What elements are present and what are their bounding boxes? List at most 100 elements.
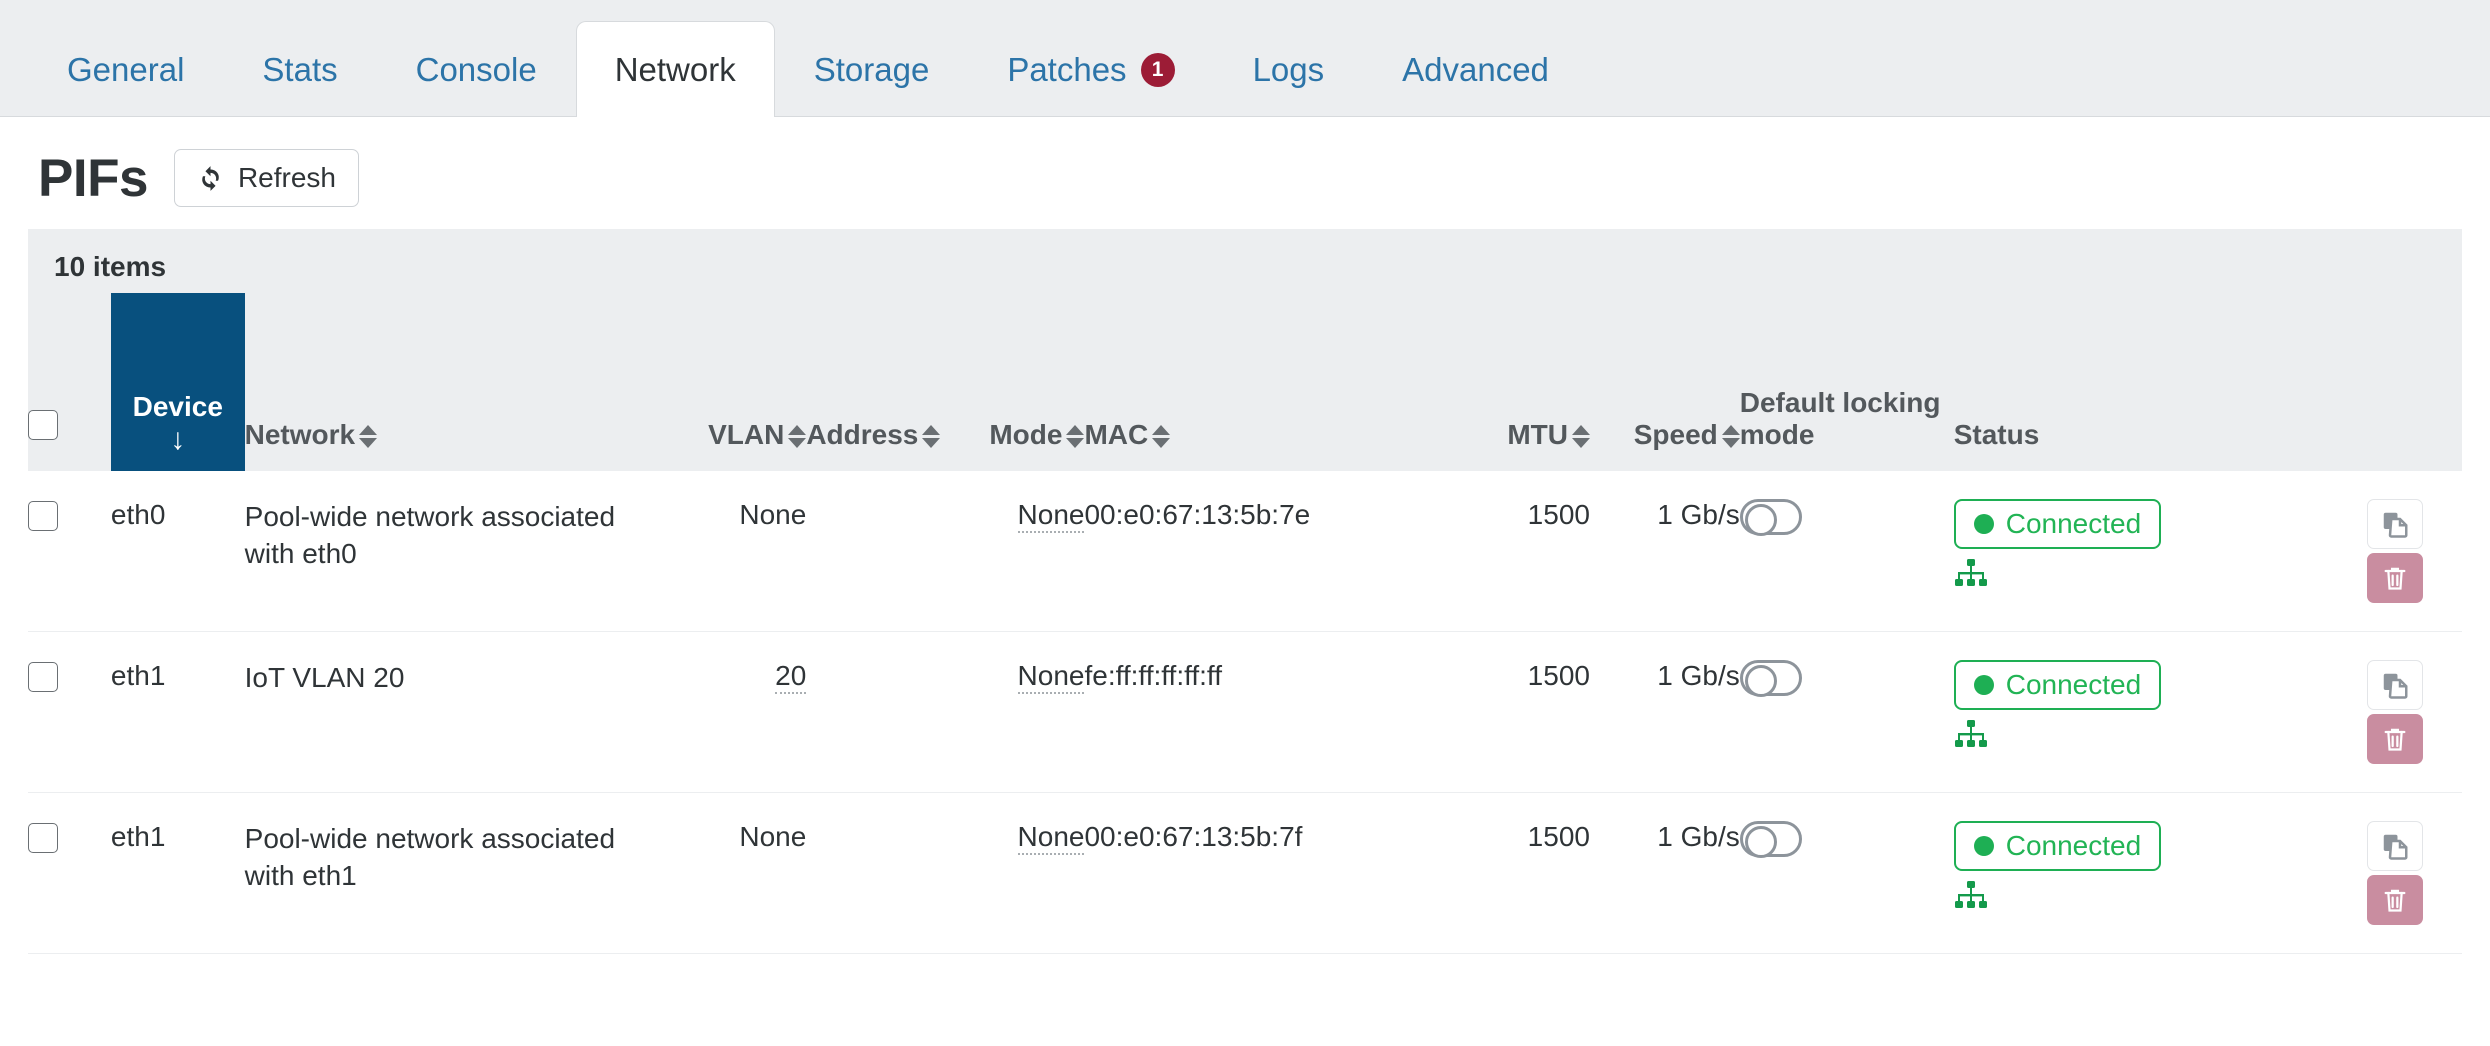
tab-console[interactable]: Console [377, 21, 576, 117]
page-title: PIFs [38, 148, 148, 208]
column-header-mtu[interactable]: MTU [1446, 293, 1590, 471]
cell-address [806, 792, 957, 954]
column-header-locking: Default locking mode [1740, 293, 1954, 471]
cell-mac: 00:e0:67:13:5b:7e [1084, 471, 1446, 632]
cell-mode: None [956, 631, 1085, 793]
column-header-mode[interactable]: Mode [956, 293, 1085, 471]
status-dot-icon [1973, 836, 1994, 856]
column-header-label: Default locking mode [1739, 387, 1941, 450]
status-label: Connected [2005, 508, 2142, 539]
sort-caret-icon[interactable] [1152, 421, 1171, 451]
cell-device: eth1 [110, 792, 245, 954]
table-head: Device ↓ Network VLAN Address Mode MAC MTU Speed… [28, 293, 2462, 471]
table-header-row: Device ↓ Network VLAN Address Mode MAC MTU Speed… [28, 293, 2462, 471]
network-sitemap-icon[interactable] [1954, 881, 1988, 909]
sort-descending-arrow-icon: ↓ [170, 423, 186, 456]
copy-button[interactable] [2367, 821, 2424, 871]
column-header-label: Address [806, 419, 919, 450]
table-row[interactable]: eth0 Pool-wide network associated with et… [28, 471, 2462, 632]
select-all-header [28, 293, 111, 471]
cell-actions [2328, 792, 2462, 954]
sort-caret-icon[interactable] [1721, 421, 1740, 451]
row-select-cell [28, 792, 111, 954]
cell-vlan: None [645, 471, 807, 632]
cell-speed: 1 Gb/s [1589, 631, 1740, 793]
tab-label: Advanced [1402, 51, 1549, 88]
select-all-checkbox[interactable] [28, 410, 58, 440]
cell-speed: 1 Gb/s [1589, 471, 1740, 632]
default-locking-mode-toggle[interactable] [1739, 499, 1802, 536]
default-locking-mode-toggle[interactable] [1739, 821, 1802, 858]
tab-advanced[interactable]: Advanced [1363, 21, 1588, 117]
column-header-label: Device [132, 391, 223, 423]
column-header-speed[interactable]: Speed [1590, 293, 1740, 471]
column-header-network[interactable]: Network [245, 293, 646, 471]
cell-device: eth1 [110, 631, 245, 793]
cell-vlan: None [645, 792, 807, 954]
row-select-checkbox[interactable] [28, 662, 58, 692]
column-header-label: Speed [1633, 419, 1718, 450]
delete-button[interactable] [2367, 875, 2424, 925]
sort-caret-icon[interactable] [922, 421, 941, 451]
row-select-checkbox[interactable] [28, 823, 58, 853]
sort-caret-icon[interactable] [1571, 421, 1590, 451]
sort-caret-icon[interactable] [788, 421, 807, 451]
tab-general[interactable]: General [28, 21, 223, 117]
cell-mtu: 1500 [1445, 792, 1590, 954]
status-badge[interactable]: Connected [1953, 660, 2162, 710]
status-dot-icon [1973, 514, 1994, 534]
cell-network: IoT VLAN 20 [244, 631, 646, 793]
table-row[interactable]: eth1 IoT VLAN 20 20 None fe:ff:ff:ff:ff:ff 15… [28, 631, 2462, 793]
cell-speed: 1 Gb/s [1589, 792, 1740, 954]
mode-value[interactable]: None [1017, 660, 1085, 694]
copy-button[interactable] [2367, 660, 2424, 710]
column-header-address[interactable]: Address [806, 293, 956, 471]
tab-patches[interactable]: Patches 1 [968, 21, 1213, 117]
tab-storage[interactable]: Storage [775, 21, 969, 117]
sort-toggle-device[interactable]: Device ↓ [110, 293, 245, 471]
tab-stats[interactable]: Stats [223, 21, 376, 117]
tab-label: Stats [262, 51, 338, 88]
sort-caret-icon[interactable] [1066, 421, 1085, 451]
tab-network[interactable]: Network [575, 21, 775, 117]
cell-mtu: 1500 [1445, 631, 1590, 793]
copy-button[interactable] [2367, 499, 2424, 549]
network-sitemap-icon[interactable] [1954, 720, 1988, 748]
column-header-label: MAC [1084, 419, 1149, 450]
sort-caret-icon[interactable] [359, 421, 378, 451]
refresh-icon [197, 165, 224, 192]
tab-label: Console [415, 51, 537, 88]
table-row[interactable]: eth1 Pool-wide network associated with et… [28, 792, 2462, 954]
cell-network: Pool-wide network associated with eth0 [244, 471, 646, 632]
delete-button[interactable] [2367, 714, 2424, 764]
pifs-table-container: 10 items Device ↓ Network VLAN Address Mode MA… [0, 229, 2490, 954]
status-badge[interactable]: Connected [1953, 499, 2162, 549]
column-header-label: VLAN [708, 419, 785, 450]
default-locking-mode-toggle[interactable] [1739, 660, 1802, 697]
column-header-device[interactable]: Device ↓ [110, 293, 245, 471]
mode-value[interactable]: None [1017, 821, 1085, 855]
refresh-button[interactable]: Refresh [173, 149, 359, 207]
tab-bar: General Stats Console Network Storage Patches… [0, 0, 2490, 117]
toggle-knob [1744, 665, 1777, 697]
vlan-value[interactable]: 20 [775, 660, 807, 694]
vlan-value: None [739, 821, 807, 852]
column-header-mac[interactable]: MAC [1084, 293, 1445, 471]
cell-mac: 00:e0:67:13:5b:7f [1084, 792, 1446, 954]
status-badge[interactable]: Connected [1953, 821, 2162, 871]
tab-label: General [67, 51, 185, 88]
vlan-value: None [739, 499, 807, 530]
cell-actions [2328, 631, 2462, 793]
network-sitemap-icon[interactable] [1954, 559, 1988, 587]
row-select-checkbox[interactable] [28, 501, 58, 531]
network-name: Pool-wide network associated with eth0 [244, 501, 616, 569]
tab-badge-count: 1 [1140, 52, 1175, 87]
column-header-vlan[interactable]: VLAN [646, 293, 807, 471]
column-header-label: Mode [989, 419, 1063, 450]
cell-mtu: 1500 [1445, 471, 1590, 632]
table-body: eth0 Pool-wide network associated with et… [28, 471, 2462, 954]
mode-value[interactable]: None [1017, 499, 1085, 533]
tab-logs[interactable]: Logs [1214, 21, 1364, 117]
delete-button[interactable] [2367, 553, 2424, 603]
cell-mac: fe:ff:ff:ff:ff:ff [1084, 631, 1446, 793]
